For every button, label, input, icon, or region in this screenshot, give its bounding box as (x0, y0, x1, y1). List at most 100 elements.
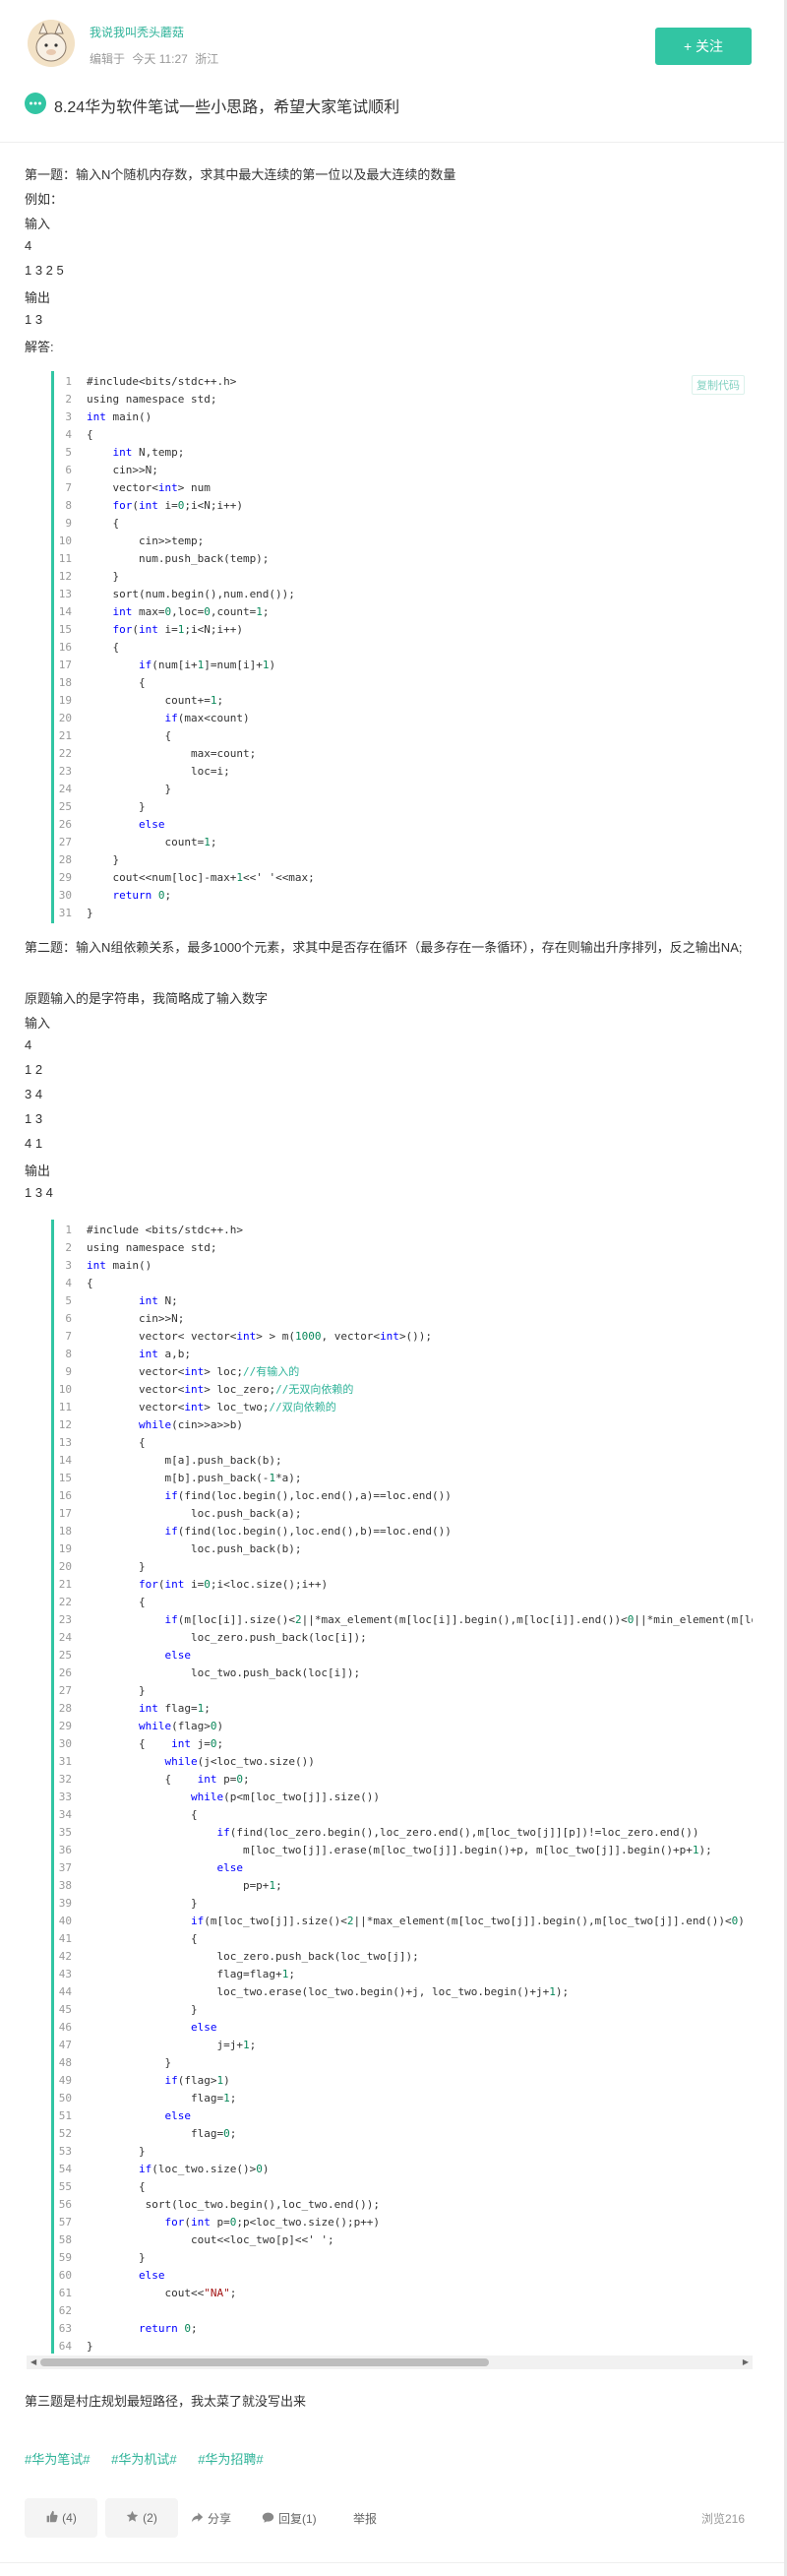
q1-text: 解答: (25, 340, 54, 354)
line-number: 57 (58, 2216, 72, 2229)
line-number: 51 (58, 2109, 72, 2122)
code-line: 60 else (54, 2267, 753, 2285)
line-number: 33 (58, 1791, 72, 1803)
star-button[interactable]: (2) (105, 2498, 178, 2538)
code-line: 62 (54, 2302, 753, 2320)
code-line: 30 { int j=0; (54, 1735, 753, 1753)
code-line: 5 int N,temp; (54, 444, 753, 462)
code-line: 6 cin>>N; (54, 1310, 753, 1328)
line-number: 14 (58, 1454, 72, 1467)
code-text: for(int p=0;p<loc_two.size();p++) (164, 2216, 381, 2229)
code-line: 52 flag=0; (54, 2125, 753, 2143)
code-text: } (87, 2145, 146, 2158)
tag-link[interactable]: #华为招聘# (198, 2452, 263, 2467)
q2-text: 第二题：输入N组依赖关系，最多1000个元素，求其中是否存在循环（最多存在一条循… (25, 940, 743, 955)
author-name[interactable]: 我说我叫秃头蘑菇 (90, 24, 184, 40)
q2-text: 4 (25, 1037, 32, 1052)
line-number: 7 (65, 481, 72, 494)
line-number: 4 (65, 1277, 72, 1289)
thumbs-up-icon (45, 2510, 58, 2526)
tag-link[interactable]: #华为机试# (111, 2452, 176, 2467)
line-number: 64 (58, 2340, 72, 2353)
edit-time: 今天 11:27 (132, 52, 188, 66)
scroll-thumb[interactable] (40, 2358, 489, 2366)
line-number: 13 (58, 588, 72, 600)
code-line: 2 using namespace std; (54, 391, 753, 408)
line-number: 21 (58, 1578, 72, 1591)
line-number: 29 (58, 1720, 72, 1732)
code-line: 7 vector<int> num (54, 479, 753, 497)
code-line: 14 m[a].push_back(b); (54, 1452, 753, 1470)
code-line: 12 while(cin>>a>>b) (54, 1416, 753, 1434)
line-number: 21 (58, 729, 72, 742)
line-number: 27 (58, 1684, 72, 1697)
line-number: 8 (65, 499, 72, 512)
line-number: 31 (58, 907, 72, 919)
code-text: } (87, 1560, 146, 1573)
line-number: 50 (58, 2092, 72, 2105)
code-line: 20 if(max<count) (54, 710, 753, 727)
code-line: 4{ (54, 1275, 753, 1292)
code-line: 19 loc.push_back(b); (54, 1540, 753, 1558)
code-text: loc_two.erase(loc_two.begin()+j, loc_two… (87, 1985, 570, 1998)
code-text: m[a].push_back(b); (87, 1454, 282, 1467)
code-line: 9 { (54, 515, 753, 533)
q2-text: 1 3 (25, 1111, 43, 1126)
code-line: 25 } (54, 798, 753, 816)
star-count: (2) (143, 2511, 157, 2525)
line-number: 5 (65, 446, 72, 459)
code-text: while(cin>>a>>b) (138, 1418, 243, 1431)
code-text: else (164, 1649, 191, 1662)
line-number: 4 (65, 428, 72, 441)
code-text: cout<<"NA"; (87, 2287, 237, 2299)
code-text: } (87, 2251, 146, 2264)
q1-text: 1 3 (25, 312, 43, 327)
code-line: 33 while(p<m[loc_two[j]].size()) (54, 1789, 753, 1806)
tag-link[interactable]: #华为笔试# (25, 2452, 90, 2467)
code-line: 8 for(int i=0;i<N;i++) (54, 497, 753, 515)
code-line: 24 } (54, 781, 753, 798)
code-line: 21 for(int i=0;i<loc.size();i++) (54, 1576, 753, 1594)
code-line: 18 if(find(loc.begin(),loc.end(),b)==loc… (54, 1523, 753, 1540)
reply-button[interactable]: 回复(1) (262, 2510, 317, 2527)
code-line: 28 } (54, 851, 753, 869)
code-line: 7 vector< vector<int> > m(1000, vector<i… (54, 1328, 753, 1346)
share-label: 分享 (208, 2512, 232, 2526)
code-line: 36 m[loc_two[j]].erase(m[loc_two[j]].beg… (54, 1842, 753, 1859)
code-text: int main() (87, 1259, 152, 1272)
code-text: if(find(loc_zero.begin(),loc_zero.end(),… (216, 1826, 699, 1839)
code-text: cout<<loc_two[p]<<' '; (87, 2233, 334, 2246)
line-number: 2 (65, 1241, 72, 1254)
share-button[interactable]: 分享 (191, 2510, 231, 2527)
scroll-left-icon[interactable]: ◀ (30, 2357, 36, 2366)
code-line: 26 loc_two.push_back(loc[i]); (54, 1665, 753, 1682)
line-number: 8 (65, 1348, 72, 1360)
divider (0, 2562, 784, 2563)
code-text: if(flag>1) (164, 2074, 230, 2087)
follow-button[interactable]: + 关注 (655, 28, 752, 65)
author-avatar[interactable] (28, 20, 75, 67)
code-line: 28 int flag=1; (54, 1700, 753, 1718)
line-number: 30 (58, 889, 72, 902)
code-line: 27 count=1; (54, 834, 753, 851)
copy-code-button[interactable]: 复制代码 (692, 375, 745, 395)
report-button[interactable]: 举报 (353, 2510, 377, 2527)
line-number: 1 (65, 375, 72, 388)
line-number: 56 (58, 2198, 72, 2211)
line-number: 25 (58, 800, 72, 813)
line-number: 29 (58, 871, 72, 884)
code-line: 18 { (54, 674, 753, 692)
code-text: vector< vector<int> > m(1000, vector<int… (87, 1330, 433, 1343)
line-number: 37 (58, 1861, 72, 1874)
comment-icon (262, 2511, 274, 2527)
line-number: 10 (58, 1383, 72, 1396)
scroll-right-icon[interactable]: ▶ (743, 2357, 749, 2366)
line-number: 15 (58, 623, 72, 636)
code-text: if(find(loc.begin(),loc.end(),a)==loc.en… (164, 1489, 452, 1502)
code-text: } (87, 783, 172, 795)
share-icon (191, 2511, 204, 2527)
code-line: 25 else (54, 1647, 753, 1665)
horizontal-scrollbar[interactable]: ◀ ▶ (27, 2356, 753, 2369)
like-button[interactable]: (4) (25, 2498, 97, 2538)
line-number: 15 (58, 1472, 72, 1484)
